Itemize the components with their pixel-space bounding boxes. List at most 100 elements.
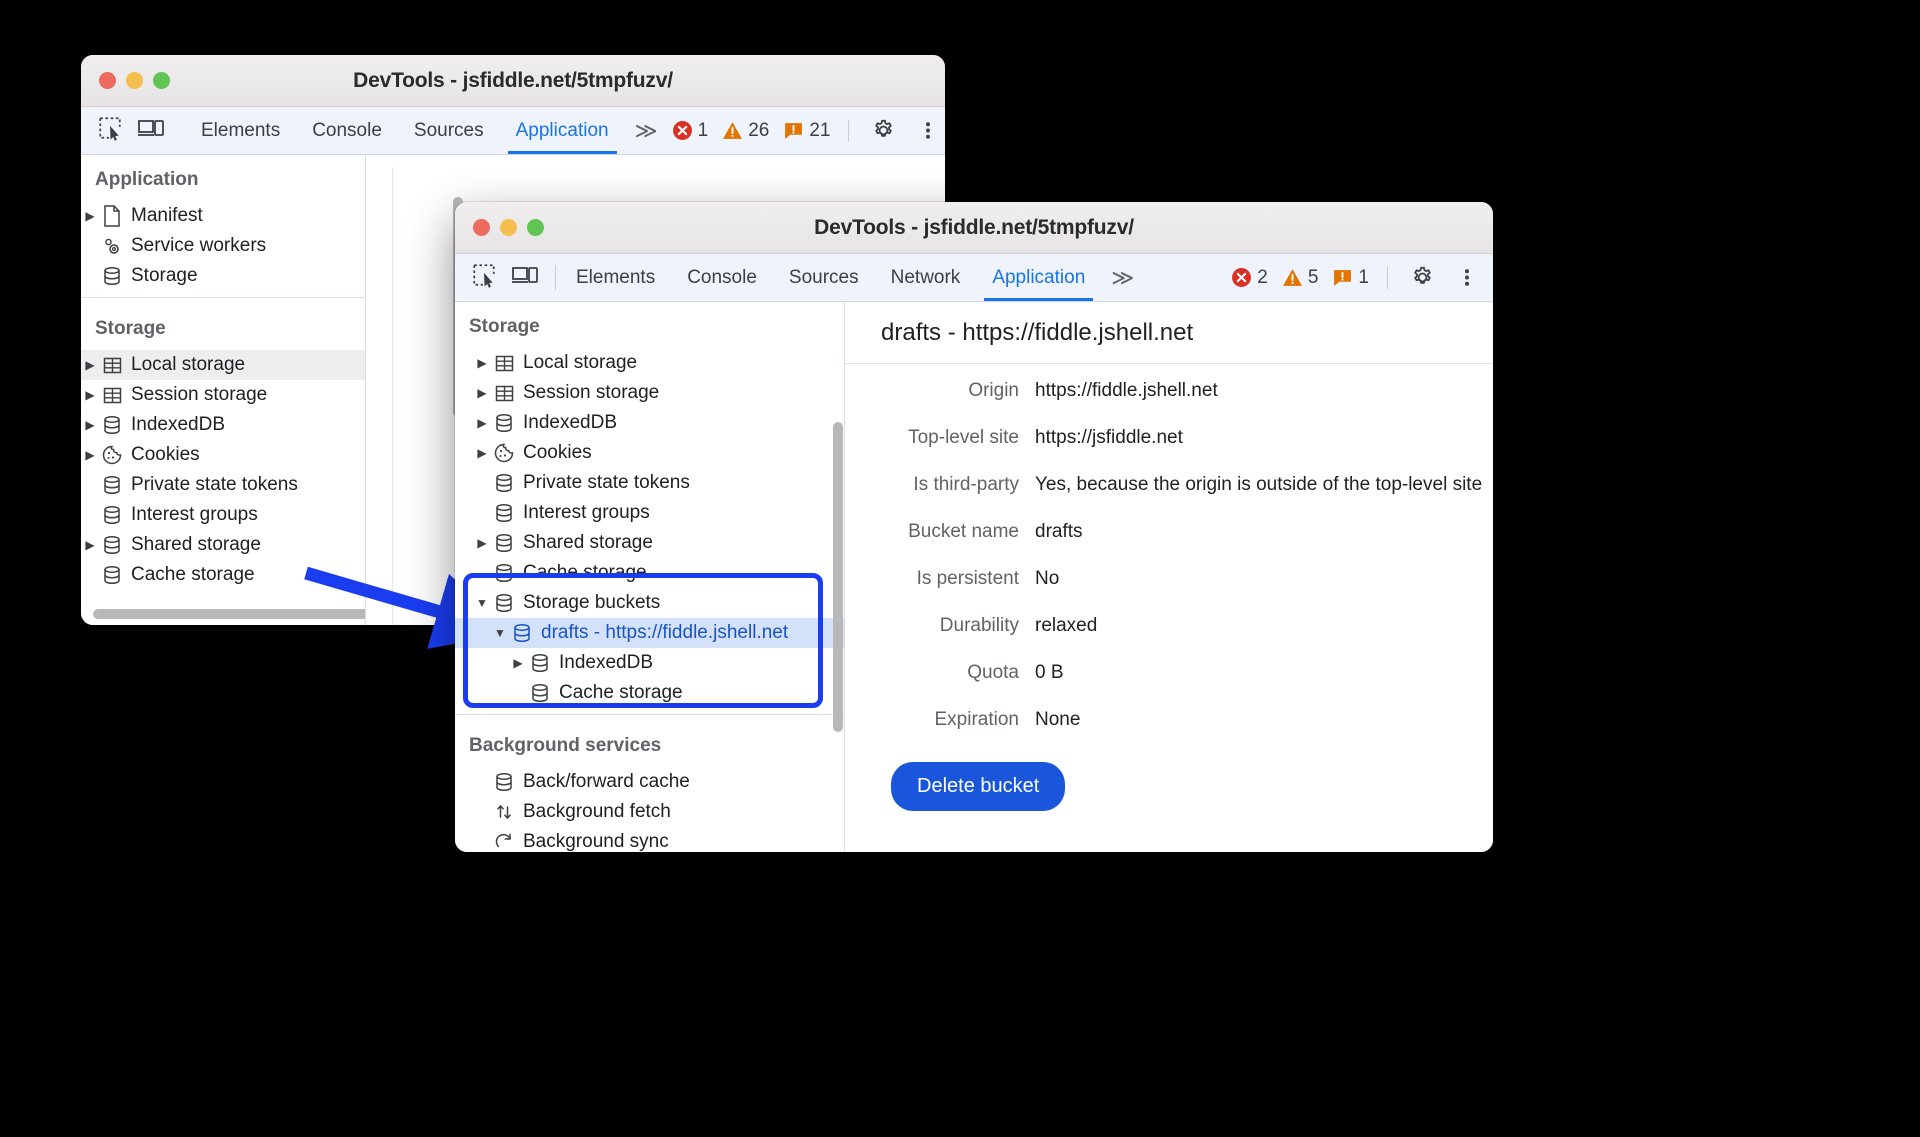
tab-application[interactable]: Application [976, 254, 1101, 301]
sidebar-item-interest-groups[interactable]: ▶ Interest groups [81, 500, 365, 530]
database-icon [527, 652, 553, 674]
inspect-element-icon[interactable] [97, 115, 123, 147]
sidebar-item-bucket-cache-storage[interactable]: ▶ Cache storage [455, 678, 844, 708]
database-icon [491, 592, 517, 614]
sidebar-item-label: Local storage [523, 352, 638, 373]
window1-traffic-lights [81, 72, 170, 89]
tab-sources[interactable]: Sources [398, 107, 500, 154]
expand-arrow-icon[interactable]: ▶ [473, 446, 491, 460]
sidebar-item-manifest[interactable]: ▶ Manifest [81, 201, 365, 231]
section-title-background-services: Background services [469, 735, 662, 756]
expand-arrow-icon[interactable]: ▶ [81, 448, 99, 462]
database-icon [99, 474, 125, 496]
issue-icon [1334, 270, 1352, 286]
tab-console[interactable]: Console [296, 107, 398, 154]
maximize-window-button[interactable] [527, 219, 544, 236]
more-options-button[interactable] [910, 118, 945, 143]
sidebar-item-storage[interactable]: ▶ Storage [81, 261, 365, 291]
sidebar-item-private-state-tokens[interactable]: ▶ Private state tokens [81, 470, 365, 500]
sidebar-item-back-forward-cache[interactable]: ▶ Back/forward cache [455, 767, 844, 797]
issue-counter[interactable]: 21 [779, 120, 834, 142]
property-row-top-level-site: Top-level site https://jsfiddle.net [845, 427, 1493, 449]
delete-bucket-button[interactable]: Delete bucket [891, 762, 1066, 811]
sidebar-item-service-workers[interactable]: ▶ Service workers [81, 231, 365, 261]
database-icon [491, 472, 517, 494]
sidebar-item-shared-storage[interactable]: ▶ Shared storage [455, 528, 844, 558]
sidebar-item-session-storage[interactable]: ▶ Session storage [455, 378, 844, 408]
database-icon [491, 562, 517, 584]
sidebar-item-private-state-tokens[interactable]: ▶ Private state tokens [455, 468, 844, 498]
expand-arrow-icon[interactable]: ▶ [81, 209, 99, 223]
expand-arrow-icon[interactable]: ▶ [509, 656, 527, 670]
expand-arrow-icon[interactable]: ▶ [81, 418, 99, 432]
sidebar-item-label: IndexedDB [131, 414, 226, 435]
sidebar-item-label: Interest groups [523, 502, 650, 523]
sidebar-horizontal-scrollbar[interactable] [93, 609, 365, 619]
inspect-element-icon[interactable] [471, 262, 497, 294]
sidebar-item-label: Manifest [131, 205, 203, 226]
settings-button[interactable] [863, 118, 904, 143]
sidebar-item-background-fetch[interactable]: ▶ Background fetch [455, 797, 844, 827]
collapse-arrow-icon[interactable]: ▼ [473, 596, 491, 610]
property-value: drafts [1035, 521, 1083, 542]
expand-arrow-icon[interactable]: ▶ [473, 416, 491, 430]
collapse-arrow-icon[interactable]: ▼ [491, 626, 509, 640]
device-toolbar-icon[interactable] [511, 262, 539, 294]
issue-counter[interactable]: 1 [1328, 267, 1373, 289]
expand-arrow-icon[interactable]: ▶ [473, 356, 491, 370]
sidebar-item-label: Private state tokens [131, 474, 298, 495]
warning-counter[interactable]: 26 [718, 120, 773, 142]
error-counter[interactable]: 2 [1227, 267, 1272, 289]
gears-icon [99, 235, 125, 257]
warning-counter[interactable]: 5 [1278, 267, 1323, 289]
expand-arrow-icon[interactable]: ▶ [81, 358, 99, 372]
sidebar-item-shared-storage[interactable]: ▶ Shared storage [81, 530, 365, 560]
error-counter[interactable]: 1 [668, 120, 713, 142]
sidebar-item-local-storage[interactable]: ▶ Local storage [455, 348, 844, 378]
warning-count: 5 [1307, 266, 1319, 288]
settings-button[interactable] [1402, 265, 1443, 290]
section-title-application: Application [95, 169, 199, 190]
sidebar-item-background-sync[interactable]: ▶ Background sync [455, 827, 844, 852]
sidebar-item-indexeddb[interactable]: ▶ IndexedDB [81, 410, 365, 440]
sidebar-item-indexeddb[interactable]: ▶ IndexedDB [455, 408, 844, 438]
minimize-window-button[interactable] [500, 219, 517, 236]
maximize-window-button[interactable] [153, 72, 170, 89]
expand-arrow-icon[interactable]: ▶ [473, 386, 491, 400]
sidebar-item-storage-buckets[interactable]: ▼ Storage buckets [455, 588, 844, 618]
more-tabs-icon[interactable]: ≫ [1101, 254, 1144, 301]
tab-application[interactable]: Application [500, 107, 625, 154]
sidebar-item-drafts-bucket[interactable]: ▼ drafts - https://fiddle.jshell.net [455, 618, 844, 648]
expand-arrow-icon[interactable]: ▶ [473, 536, 491, 550]
sidebar-item-session-storage[interactable]: ▶ Session storage [81, 380, 365, 410]
more-tabs-icon[interactable]: ≫ [625, 107, 668, 154]
device-toolbar-icon[interactable] [137, 115, 165, 147]
sidebar-item-label: Cache storage [131, 564, 255, 585]
minimize-window-button[interactable] [126, 72, 143, 89]
tab-elements[interactable]: Elements [185, 107, 296, 154]
expand-arrow-icon[interactable]: ▶ [81, 388, 99, 402]
tab-sources[interactable]: Sources [773, 254, 875, 301]
tab-console[interactable]: Console [671, 254, 773, 301]
more-options-button[interactable] [1449, 265, 1485, 290]
sidebar-item-cache-storage[interactable]: ▶ Cache storage [455, 558, 844, 588]
tab-elements[interactable]: Elements [560, 254, 671, 301]
window1-sidebar[interactable]: Application ▶ Manifest ▶ [81, 155, 366, 625]
window2-toolbar-icons [455, 254, 551, 301]
property-value: relaxed [1035, 615, 1098, 636]
sidebar-item-cookies[interactable]: ▶ Cookies [455, 438, 844, 468]
sidebar-item-cache-storage[interactable]: ▶ Cache storage [81, 560, 365, 590]
window2-sidebar-scrollbar[interactable] [833, 422, 843, 732]
cookie-icon [491, 442, 517, 464]
close-window-button[interactable] [473, 219, 490, 236]
tab-network[interactable]: Network [875, 254, 977, 301]
sidebar-item-label: Cache storage [523, 562, 647, 583]
sidebar-item-interest-groups[interactable]: ▶ Interest groups [455, 498, 844, 528]
property-row-is-third-party: Is third-party Yes, because the origin i… [845, 474, 1493, 496]
expand-arrow-icon[interactable]: ▶ [81, 538, 99, 552]
close-window-button[interactable] [99, 72, 116, 89]
sidebar-item-cookies[interactable]: ▶ Cookies [81, 440, 365, 470]
sidebar-item-bucket-indexeddb[interactable]: ▶ IndexedDB [455, 648, 844, 678]
window2-sidebar[interactable]: Storage ▶ Local storage ▶ Session storag… [455, 302, 845, 852]
sidebar-item-local-storage[interactable]: ▶ Local storage [81, 350, 365, 380]
